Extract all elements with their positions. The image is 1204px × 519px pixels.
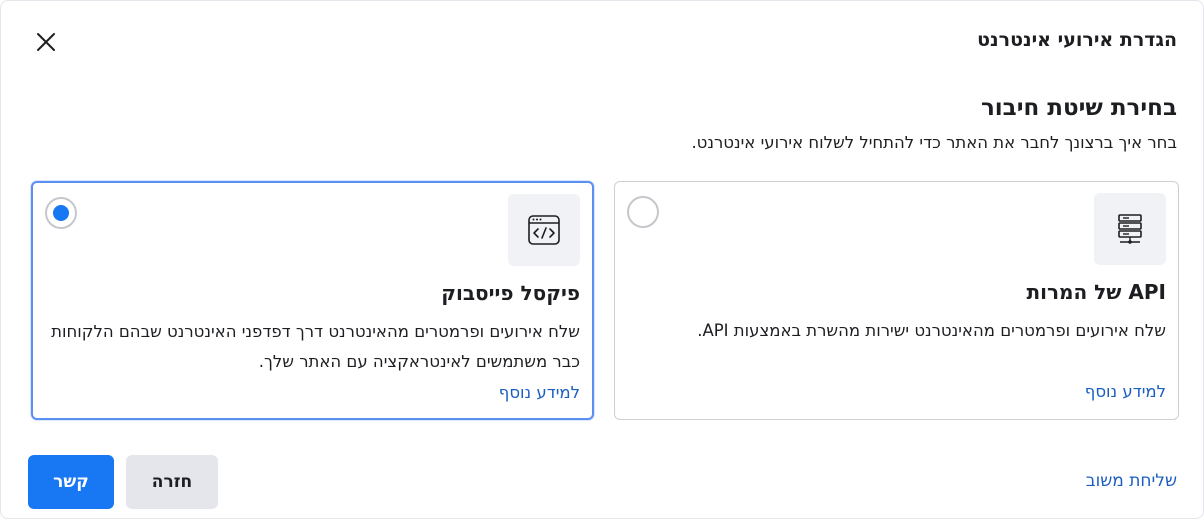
radio-facebook-pixel[interactable] [45,197,77,229]
option-card-facebook-pixel[interactable]: פיקסל פייסבוק שלח אירועים ופרמטרים מהאינ… [31,181,594,420]
option-card-conversions-api[interactable]: API של המרות שלח אירועים ופרמטרים מהאינט… [614,181,1179,420]
learn-more-link[interactable]: למידע נוסף [1085,382,1166,401]
learn-more-link[interactable]: למידע נוסף [499,383,580,402]
option-icon-box [1094,193,1166,265]
option-description: שלח אירועים ופרמטרים מהאינטרנט ישירות מה… [697,321,1166,340]
section-title: בחירת שיטת חיבור [980,95,1177,121]
section-subtitle: בחר איך ברצונך לחבר את האתר כדי להתחיל ל… [691,133,1177,152]
server-icon [1118,214,1142,244]
dialog-title: הגדרת אירועי אינטרנט [977,29,1177,51]
close-button[interactable] [31,27,61,57]
option-icon-box [508,194,580,266]
option-title: API של המרות [1026,280,1166,304]
send-feedback-link[interactable]: שליחת משוב [1086,471,1177,491]
setup-dialog: הגדרת אירועי אינטרנט בחירת שיטת חיבור בח… [0,0,1204,519]
option-description: שלח אירועים ופרמטרים מהאינטרנט דרך דפדפנ… [51,322,580,371]
browser-code-icon [528,215,560,245]
close-icon [37,33,55,51]
option-title: פיקסל פייסבוק [441,281,580,305]
radio-conversions-api[interactable] [627,196,659,228]
back-button[interactable]: חזרה [126,455,218,509]
connect-button[interactable]: קשר [28,455,114,509]
